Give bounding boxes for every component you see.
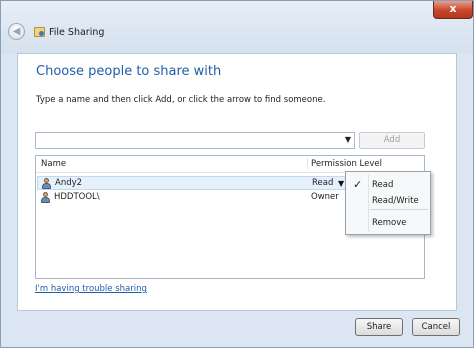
menu-item-label: Read <box>372 180 394 190</box>
back-button[interactable]: ◀ <box>8 23 25 40</box>
menu-item-label: Remove <box>372 218 407 228</box>
menu-item-read-write[interactable]: Read/Write <box>346 193 430 209</box>
page-title: Choose people to share with <box>36 64 222 79</box>
dropdown-arrow-icon[interactable]: ▼ <box>345 135 351 144</box>
menu-item-read[interactable]: ✓ Read <box>346 177 430 193</box>
menu-item-remove[interactable]: Remove <box>346 215 430 231</box>
user-name: HDDTOOL\ <box>54 192 100 202</box>
permission-dropdown-icon[interactable]: ▼ <box>338 179 344 188</box>
user-icon <box>41 192 50 203</box>
cancel-button[interactable]: Cancel <box>412 318 460 336</box>
column-divider <box>307 158 308 170</box>
back-arrow-icon: ◀ <box>12 26 21 37</box>
trouble-sharing-link[interactable]: I'm having trouble sharing <box>35 284 147 294</box>
checkmark-icon: ✓ <box>353 178 363 191</box>
menu-divider <box>370 209 428 210</box>
permission-level[interactable]: Read <box>312 178 333 188</box>
name-combobox[interactable]: ▼ <box>35 132 355 149</box>
title-bar: ◀ File Sharing x <box>1 1 473 53</box>
instruction-text: Type a name and then click Add, or click… <box>36 95 326 105</box>
menu-item-label: Read/Write <box>372 196 419 206</box>
permission-context-menu: ✓ Read Read/Write Remove <box>345 171 431 235</box>
file-sharing-window: ◀ File Sharing x Choose people to share … <box>0 0 474 348</box>
file-sharing-icon <box>34 27 45 37</box>
window-title: File Sharing <box>49 27 105 38</box>
column-header-permission[interactable]: Permission Level <box>311 159 382 169</box>
add-button[interactable]: Add <box>359 132 425 149</box>
permission-level: Owner <box>311 192 339 202</box>
user-icon <box>42 178 51 189</box>
close-button[interactable]: x <box>433 1 473 19</box>
share-button[interactable]: Share <box>355 318 403 336</box>
column-header-name[interactable]: Name <box>41 159 66 169</box>
user-name: Andy2 <box>55 178 83 188</box>
